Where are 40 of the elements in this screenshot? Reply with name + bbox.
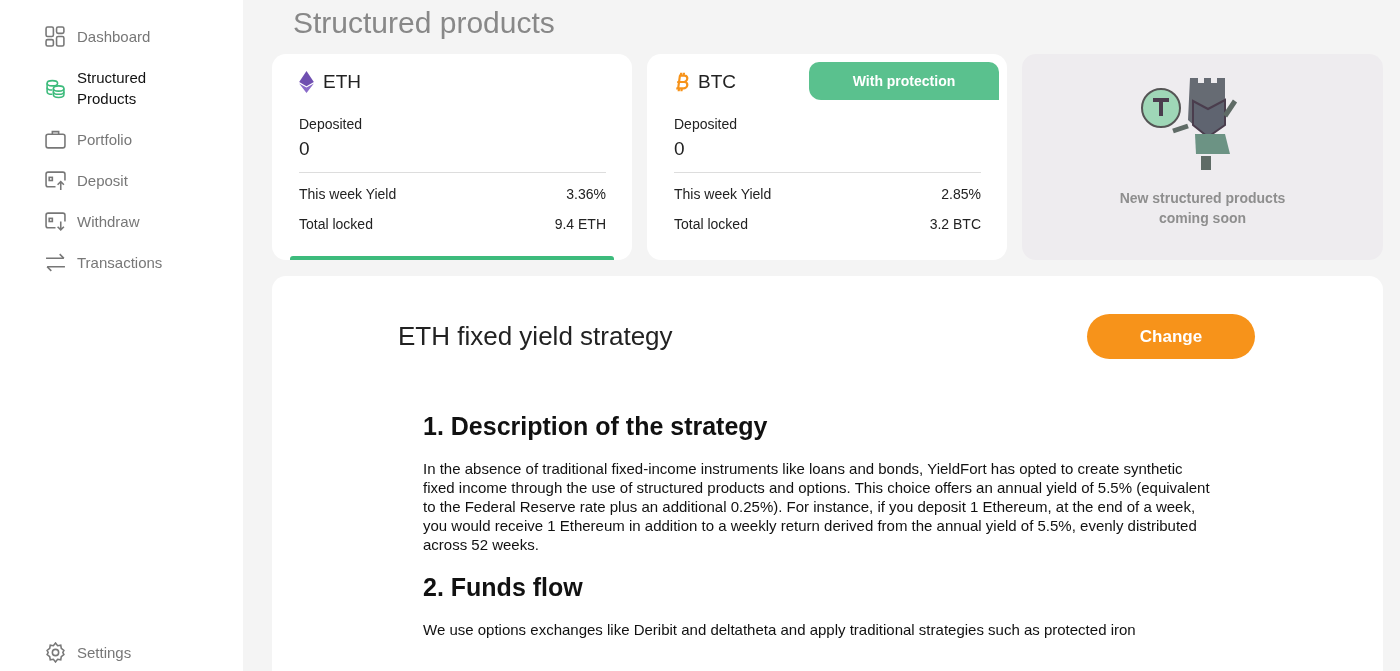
stat-label: Total locked	[674, 216, 748, 232]
stat-value: 9.4 ETH	[554, 216, 606, 232]
stat-value: 2.85%	[941, 186, 981, 202]
coin-name: ETH	[323, 71, 361, 93]
deposited-value: 0	[674, 138, 685, 160]
protection-tag: With protection	[809, 62, 999, 100]
product-card[interactable]: ETH Deposited 0 This week Yield 3.36% Total locked 9.4 ETH	[272, 54, 632, 260]
sidebar-item[interactable]: Transactions	[45, 252, 163, 273]
deposited-value: 0	[299, 138, 310, 160]
sidebar-item[interactable]: Portfolio	[45, 129, 133, 150]
stat-value: 3.36%	[566, 186, 606, 202]
stat-label: This week Yield	[299, 186, 397, 202]
deposited-label: Deposited	[674, 116, 738, 132]
deposited-label: Deposited	[299, 116, 363, 132]
dashboard-icon	[45, 26, 66, 47]
bitcoin-icon	[674, 71, 689, 93]
sidebar-item[interactable]: Structured Products	[45, 67, 147, 109]
settings-icon	[45, 642, 66, 663]
coming-soon-text: New structured products coming soon	[1118, 189, 1287, 228]
withdraw-icon	[45, 211, 66, 232]
coins-icon	[45, 77, 66, 99]
stat-label: This week Yield	[674, 186, 772, 202]
sidebar-item[interactable]: Withdraw	[45, 211, 140, 232]
section-paragraph: We use options exchanges like Deribit and deltatheta and apply traditional strategies such as protected iron	[423, 620, 1137, 639]
coin-name: BTC	[698, 71, 736, 93]
section-heading: 2. Funds flow	[423, 572, 584, 602]
transfer-icon	[45, 252, 66, 273]
sidebar-item[interactable]: Dashboard	[45, 26, 151, 47]
sidebar-item[interactable]: Deposit	[45, 170, 128, 191]
section-heading: 1. Description of the strategy	[423, 411, 769, 441]
stat-label: Total locked	[299, 216, 373, 232]
briefcase-icon	[45, 129, 66, 150]
ethereum-icon	[299, 71, 314, 93]
strategy-title: ETH fixed yield strategy	[398, 321, 673, 352]
section-paragraph: In the absence of traditional fixed-income instruments like loans and bonds, YieldFort has opted to create synthetic fixed income through the use of structured products and options. This choice offers an annual yield of 5.5% (equivalent to the Federal Reserve rate plus an additional 0.25%). For instance, if you deposit 1 Ethereum, at the end of a week, you would receive 1 Ethereum in addition to a weekly return derived from the annual yield of 5.5%, evenly distributed across 52 weeks.	[423, 459, 1211, 554]
page-title: Structured products	[293, 5, 555, 41]
stat-value: 3.2 BTC	[929, 216, 981, 232]
product-card[interactable]: BTC With protection Deposited 0 This week Yield 2.85% Total locked 3.2 BTC	[647, 54, 1007, 260]
settings-link[interactable]: Settings	[45, 642, 132, 663]
deposit-icon	[45, 170, 66, 191]
